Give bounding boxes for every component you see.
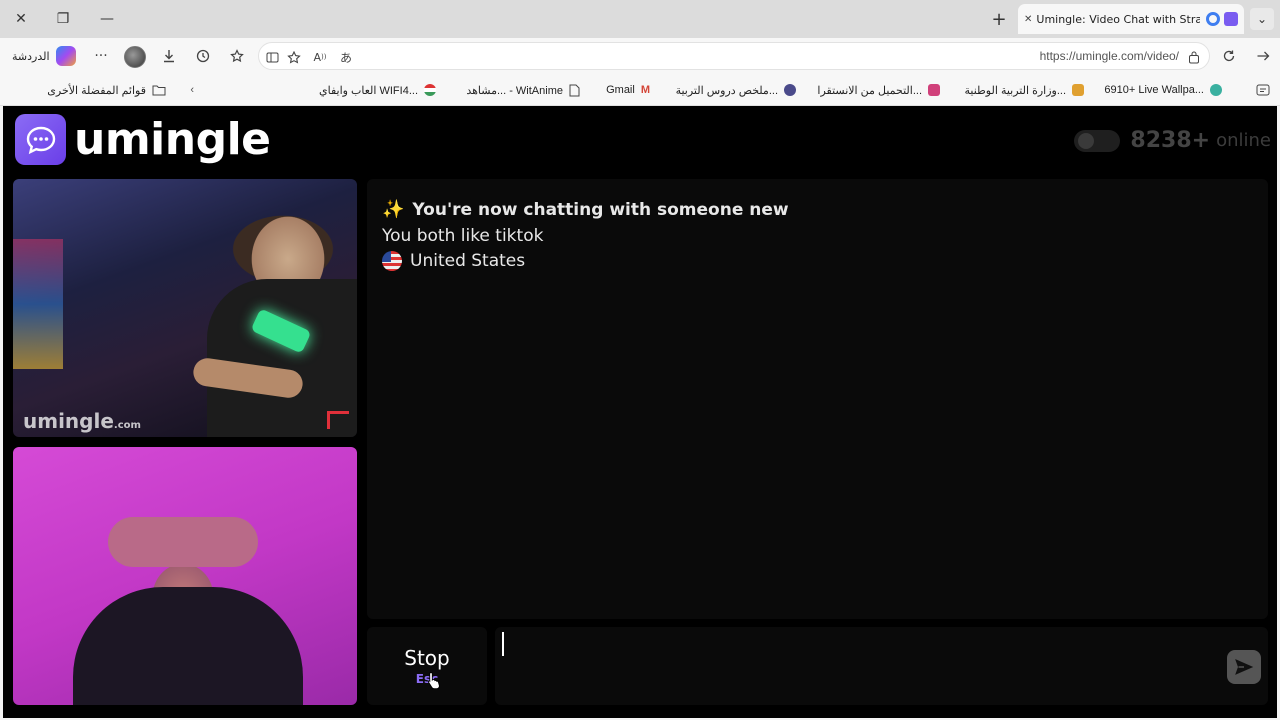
country-text: United States <box>410 251 526 271</box>
gmail-icon: M <box>640 84 650 96</box>
wifi-games-favicon-icon <box>424 84 436 96</box>
sparkle-icon: ✨ <box>382 199 405 220</box>
bookmark-item[interactable]: التحميل من الانستقرا... <box>817 82 940 98</box>
other-favorites-button[interactable]: قوائم المفضلة الأخرى <box>47 82 166 98</box>
stop-button[interactable]: Stop Esc <box>367 627 487 705</box>
minimize-window-button[interactable]: — <box>96 8 118 30</box>
system-message-interest: You both like tiktok <box>382 226 543 246</box>
read-aloud-icon[interactable]: A)) <box>311 48 329 66</box>
logo-text: umingle <box>74 114 271 165</box>
url-text: https://umingle.com/video/ <box>1039 49 1179 63</box>
stop-label: Stop <box>404 646 450 670</box>
bookmark-label: التحميل من الانستقرا... <box>817 84 922 97</box>
add-favorite-star-icon[interactable] <box>285 48 303 66</box>
online-label: online <box>1216 130 1271 151</box>
lessons-favicon-icon <box>784 84 796 96</box>
restore-window-button[interactable]: ❐ <box>52 8 74 30</box>
favorites-bar-icon[interactable] <box>1256 82 1270 98</box>
bookmark-label: العاب وايفاي WIFI4... <box>319 84 418 97</box>
bookmark-label: Gmail <box>606 84 635 96</box>
history-icon[interactable] <box>192 45 214 67</box>
online-count: 8238+ <box>1130 128 1211 153</box>
folder-icon <box>152 85 166 96</box>
us-flag-icon <box>382 251 402 271</box>
video-background-detail <box>13 239 63 369</box>
new-tab-button[interactable]: + <box>988 8 1010 30</box>
report-flag-icon[interactable] <box>327 411 349 429</box>
bookmark-label: مشاهد... - WitAnime <box>466 84 563 97</box>
favorites-icon[interactable] <box>226 45 248 67</box>
send-arrow-icon <box>1235 659 1254 675</box>
bookmark-item[interactable]: 6910+ Live Wallpa... <box>1104 82 1222 98</box>
text-caret <box>502 632 504 656</box>
instagram-download-favicon-icon <box>928 84 940 96</box>
video-hands <box>108 517 258 567</box>
copilot-icon <box>55 46 76 66</box>
browser-toolbar: الدردشة ··· A)) あ https://umingle.com/vi… <box>0 38 1280 74</box>
ministry-favicon-icon <box>1072 84 1084 96</box>
online-indicator: 8238+ online <box>1074 128 1271 153</box>
bookmarks-scroll-left-chevron-icon[interactable]: ‹ <box>190 82 194 98</box>
bookmark-item[interactable]: Gmail M <box>606 82 650 98</box>
other-favorites-label: قوائم المفضلة الأخرى <box>47 84 146 97</box>
mouse-pointer-icon <box>428 672 440 689</box>
video-person-silhouette <box>73 587 303 705</box>
translate-icon[interactable]: あ <box>337 48 355 66</box>
bookmark-label: ملخص دروس التربية... <box>675 84 778 97</box>
bookmark-item[interactable]: مشاهد... - WitAnime <box>466 82 580 98</box>
wallpaper-favicon-icon <box>1210 84 1222 96</box>
chat-bubble-icon <box>15 114 66 165</box>
copilot-chat-button[interactable]: الدردشة <box>8 44 80 68</box>
tab-actions-chevron-down-icon[interactable]: ⌄ <box>1250 8 1274 30</box>
copilot-chat-label: الدردشة <box>12 49 50 63</box>
bookmark-item[interactable]: وزارة التربية الوطنية... <box>964 82 1084 98</box>
tab-title: Umingle: Video Chat with Stra <box>1036 12 1200 26</box>
tab-close-icon[interactable]: ✕ <box>1024 14 1032 25</box>
bookmark-item[interactable]: ملخص دروس التربية... <box>676 82 796 98</box>
tab-bar: ✕ ❐ — + ✕ Umingle: Video Chat with Stra … <box>0 0 1280 38</box>
system-message-country: United States <box>382 251 525 271</box>
close-window-button[interactable]: ✕ <box>10 8 32 30</box>
favorites-bar: 6910+ Live Wallpa... وزارة التربية الوطن… <box>0 74 1280 106</box>
downloads-icon[interactable] <box>158 45 180 67</box>
bookmark-item[interactable]: العاب وايفاي WIFI4... <box>319 82 436 98</box>
profile-avatar[interactable] <box>124 46 146 68</box>
site-logo[interactable]: umingle <box>15 114 271 165</box>
send-button[interactable] <box>1227 650 1261 684</box>
self-video <box>13 447 357 705</box>
bookmark-label: وزارة التربية الوطنية... <box>964 84 1067 97</box>
document-icon <box>569 84 580 96</box>
app-available-icon[interactable] <box>1185 48 1203 66</box>
tab-favicon-icon <box>1224 12 1238 26</box>
umingle-page: umingle 8238+ online umingle.com ✨ You'r… <box>3 106 1277 718</box>
system-message-connected: ✨ You're now chatting with someone new <box>382 199 789 220</box>
active-tab[interactable]: ✕ Umingle: Video Chat with Stra <box>1018 4 1244 34</box>
message-input[interactable] <box>495 627 1268 705</box>
video-watermark: umingle.com <box>23 409 141 433</box>
chat-panel: ✨ You're now chatting with someone new Y… <box>367 179 1268 619</box>
theme-toggle[interactable] <box>1074 129 1121 152</box>
extension-icon[interactable] <box>1206 12 1220 26</box>
address-bar[interactable]: A)) あ https://umingle.com/video/ <box>258 42 1210 70</box>
more-options-icon[interactable]: ··· <box>90 45 112 67</box>
interest-text: You both like tiktok <box>382 226 544 246</box>
connected-text: You're now chatting with someone new <box>412 199 789 220</box>
forward-arrow-icon[interactable] <box>1252 45 1274 67</box>
split-screen-icon[interactable] <box>263 48 281 66</box>
refresh-icon[interactable] <box>1218 45 1240 67</box>
stranger-video: umingle.com <box>13 179 357 437</box>
bookmark-label: 6910+ Live Wallpa... <box>1104 84 1204 96</box>
